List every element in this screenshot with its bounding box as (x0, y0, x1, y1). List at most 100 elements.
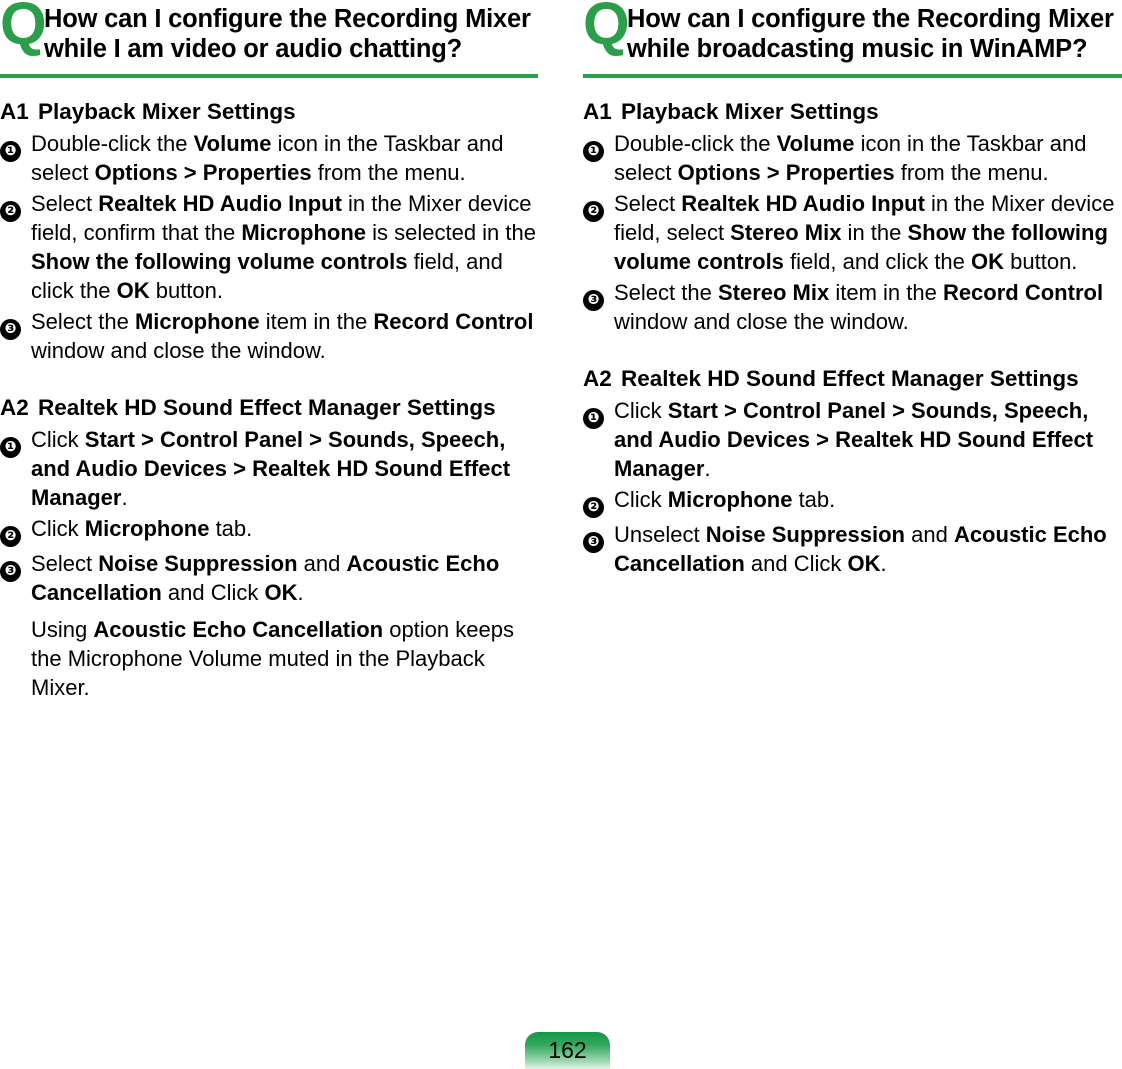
body-text: item in the (829, 279, 943, 305)
emphasis-text: Microphone (241, 219, 366, 245)
body-text: window and close the window. (31, 337, 326, 363)
answer-heading: A2 Realtek HD Sound Effect Manager Settin… (0, 394, 539, 422)
step-text: Select Noise Suppression and Acoustic Ec… (31, 549, 539, 607)
answer-title: Playback Mixer Settings (621, 98, 879, 124)
step-text: Select Realtek HD Audio Input in the Mix… (614, 189, 1122, 276)
body-text: Using (31, 616, 94, 642)
question-header: Q How can I configure the Recording Mixer… (583, 0, 1122, 65)
emphasis-text: Volume (193, 130, 272, 156)
body-text: Click (31, 426, 85, 452)
emphasis-text: Start > Control Panel > Sounds, Speech, … (614, 397, 1094, 481)
body-text: Click (614, 486, 668, 512)
step-number-icon: ❶ (583, 129, 614, 162)
emphasis-text: OK (971, 248, 1005, 274)
step-number-icon: ❶ (0, 425, 31, 458)
step-list: ❶ Click Start > Control Panel > Sounds, S… (0, 425, 539, 607)
step-number-icon: ❸ (583, 278, 614, 311)
step-number-icon: ❷ (583, 189, 614, 222)
step-number-icon: ❶ (0, 129, 31, 162)
numbered-bullet: ❸ (0, 318, 21, 340)
section-divider (0, 73, 538, 78)
answer-section: A1 Playback Mixer Settings ❶ Double-click t… (0, 98, 539, 365)
answer-tag: A1 (0, 98, 29, 124)
body-text: Click (614, 397, 668, 423)
emphasis-text: Start > Control Panel > Sounds, Speech, … (31, 426, 511, 510)
body-text: field, and click the (783, 248, 972, 274)
numbered-bullet: ❷ (583, 200, 604, 222)
emphasis-text: OK (847, 550, 881, 576)
body-text: window and close the window. (614, 308, 909, 334)
step-number-icon: ❸ (0, 307, 31, 340)
answer-heading: A1 Playback Mixer Settings (583, 98, 1122, 126)
step-item: ❸ Unselect Noise Suppression and Acoustic… (583, 520, 1122, 578)
body-text: Click (31, 515, 85, 541)
emphasis-text: Show the following volume controls (31, 248, 408, 274)
body-text: Select (31, 190, 99, 216)
step-number-icon: ❷ (0, 189, 31, 222)
body-text: from the menu. (894, 159, 1049, 185)
body-text: . (880, 550, 887, 576)
numbered-bullet: ❷ (0, 525, 21, 547)
step-item: ❶ Double-click the Volume icon in the Tas… (583, 129, 1122, 187)
body-text: Select (31, 550, 99, 576)
step-list: ❶ Double-click the Volume icon in the Tas… (0, 129, 539, 365)
step-list: ❶ Double-click the Volume icon in the Tas… (583, 129, 1122, 336)
numbered-bullet: ❸ (583, 531, 604, 553)
emphasis-text: Options > Properties (94, 159, 312, 185)
answer-heading: A2 Realtek HD Sound Effect Manager Settin… (583, 365, 1122, 393)
body-text: from the menu. (311, 159, 466, 185)
answer-section: A1 Playback Mixer Settings ❶ Double-click t… (583, 98, 1122, 336)
step-text: Double-click the Volume icon in the Task… (614, 129, 1122, 187)
emphasis-text: OK (264, 579, 298, 605)
step-item: ❷ Select Realtek HD Audio Input in the Mi… (583, 189, 1122, 276)
numbered-bullet: ❶ (583, 140, 604, 162)
body-text: and Click (744, 550, 848, 576)
step-list: ❶ Click Start > Control Panel > Sounds, S… (583, 396, 1122, 578)
body-text: Select the (31, 308, 135, 334)
step-text: Click Start > Control Panel > Sounds, Sp… (31, 425, 539, 512)
body-text: tab. (792, 486, 836, 512)
numbered-bullet: ❶ (0, 436, 21, 458)
answer-section: A2 Realtek HD Sound Effect Manager Settin… (0, 394, 539, 702)
body-text: button. (1004, 248, 1078, 274)
emphasis-text: Realtek HD Audio Input (681, 190, 925, 216)
body-text: and (905, 521, 954, 547)
step-item: ❶ Click Start > Control Panel > Sounds, S… (0, 425, 539, 512)
answer-title: Playback Mixer Settings (38, 98, 296, 124)
answer-heading: A1 Playback Mixer Settings (0, 98, 539, 126)
page-number-badge: 162 (525, 1032, 610, 1069)
step-number-icon: ❸ (0, 549, 31, 582)
step-item: ❷ Click Microphone tab. (583, 485, 1122, 518)
body-text: . (704, 455, 711, 481)
step-text: Select the Stereo Mix item in the Record… (614, 278, 1122, 336)
answer-title: Realtek HD Sound Effect Manager Settings (38, 394, 496, 420)
emphasis-text: Noise Suppression (98, 550, 298, 576)
emphasis-text: Record Control (373, 308, 534, 334)
emphasis-text: Volume (776, 130, 855, 156)
section-divider (583, 73, 1122, 78)
answer-tag: A2 (583, 365, 612, 391)
step-item: ❷ Select Realtek HD Audio Input in the Mi… (0, 189, 539, 305)
step-number-icon: ❶ (583, 396, 614, 429)
body-text: . (297, 579, 304, 605)
body-text: tab. (209, 515, 253, 541)
step-text: Click Microphone tab. (614, 485, 1122, 514)
step-item: ❷ Click Microphone tab. (0, 514, 539, 547)
step-item: ❸ Select Noise Suppression and Acoustic E… (0, 549, 539, 607)
question-mark-icon: Q (583, 0, 630, 57)
numbered-bullet: ❶ (0, 140, 21, 162)
emphasis-text: Microphone (134, 308, 260, 334)
body-text: Double-click the (31, 130, 194, 156)
faq-page: Q How can I configure the Recording Mixer… (0, 0, 1122, 1069)
step-text: Click Microphone tab. (31, 514, 539, 543)
numbered-bullet: ❶ (583, 407, 604, 429)
answer-section: A2 Realtek HD Sound Effect Manager Settin… (583, 365, 1122, 578)
emphasis-text: Stereo Mix (717, 279, 830, 305)
body-text: and Click (161, 579, 265, 605)
step-item: ❶ Double-click the Volume icon in the Tas… (0, 129, 539, 187)
step-text: Click Start > Control Panel > Sounds, Sp… (614, 396, 1122, 483)
body-text: button. (149, 277, 223, 303)
faq-column-right: Q How can I configure the Recording Mixer… (561, 0, 1122, 702)
question-text: How can I configure the Recording Mixer … (627, 5, 1114, 64)
emphasis-text: Stereo Mix (730, 219, 842, 245)
